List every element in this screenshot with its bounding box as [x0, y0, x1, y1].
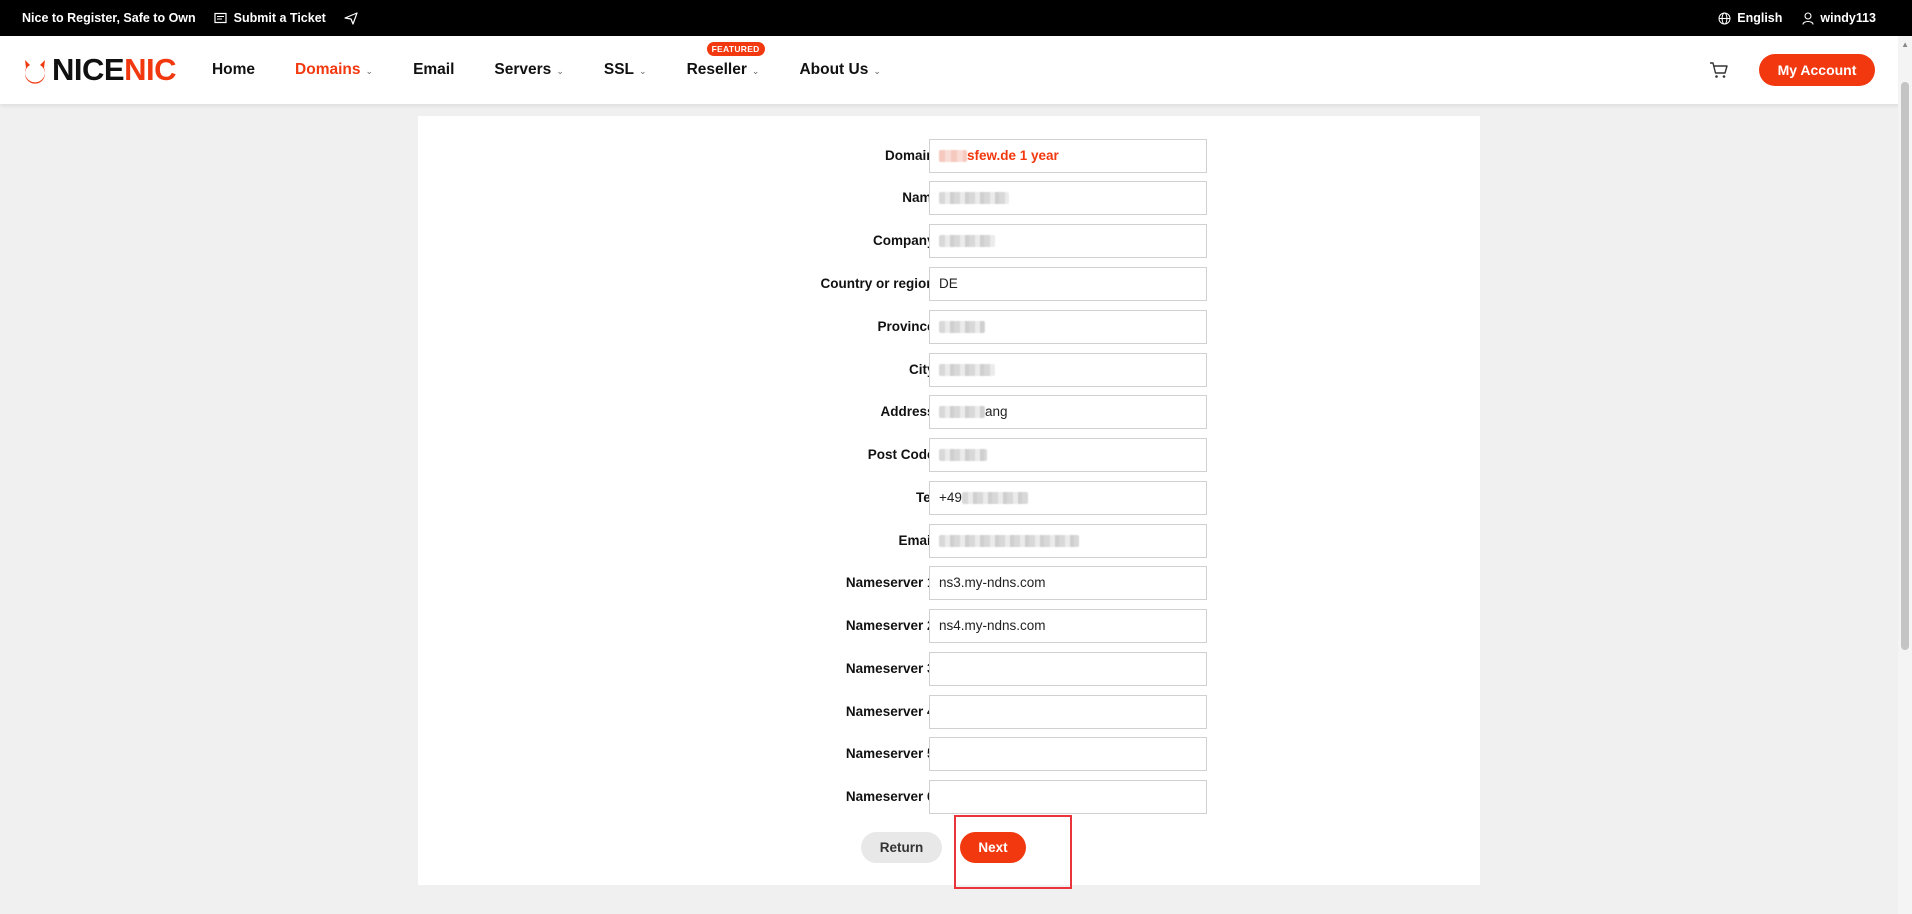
country-label: Country or region:	[820, 276, 940, 291]
user-icon	[1802, 11, 1814, 25]
form-row-country: Country or region: DE	[418, 267, 1480, 301]
logo-text-black: NICE	[52, 52, 125, 87]
form-row-city: City:	[418, 353, 1480, 387]
redacted-text	[939, 192, 1009, 205]
nav-item-home[interactable]: Home	[212, 61, 255, 79]
redacted-text	[939, 449, 987, 462]
form-row-province: Province:	[418, 310, 1480, 344]
country-input[interactable]: DE	[929, 267, 1207, 301]
form-row-name: Name	[418, 181, 1480, 215]
language-selector[interactable]: English	[1718, 11, 1782, 25]
nicenic-logo[interactable]: NICENIC	[22, 52, 176, 88]
nav-ssl-label: SSL	[603, 61, 635, 78]
nav-email-label: Email	[413, 61, 455, 78]
redacted-text	[939, 321, 985, 334]
form-row-company: Company:	[418, 224, 1480, 258]
redacted-text	[939, 364, 995, 377]
nameserver-5-label: Nameserver 5:	[845, 746, 939, 761]
user-menu[interactable]: windy113	[1802, 11, 1876, 25]
submit-ticket-label: Submit a Ticket	[233, 11, 326, 25]
form-row-domain: Domain: sfew.de 1 year	[418, 139, 1480, 173]
chevron-down-icon: ⌄	[556, 65, 564, 76]
company-input[interactable]	[929, 224, 1207, 258]
nav-item-email[interactable]: Email	[413, 61, 454, 79]
nav-item-servers[interactable]: Servers ⌄	[494, 61, 563, 79]
nav-home-label: Home	[211, 61, 256, 78]
form-row-address: Address: ang	[418, 395, 1480, 429]
nameserver-1-label: Nameserver 1:	[845, 575, 939, 590]
scrollbar-thumb[interactable]	[1901, 82, 1909, 650]
nameserver-2-input[interactable]: ns4.my-ndns.com	[929, 609, 1207, 643]
country-value: DE	[939, 276, 958, 291]
nameserver-1-value: ns3.my-ndns.com	[939, 575, 1046, 590]
username: windy113	[1820, 11, 1876, 25]
nameserver-2-label: Nameserver 2:	[845, 618, 939, 633]
redacted-text	[939, 535, 1079, 548]
province-input[interactable]	[929, 310, 1207, 344]
scroll-up-arrow-icon[interactable]: ▲	[1901, 40, 1909, 49]
nav-item-domains[interactable]: Domains ⌄	[295, 61, 373, 79]
cart-icon[interactable]	[1709, 61, 1729, 79]
name-input[interactable]	[929, 181, 1207, 215]
main-nav: NICENIC Home Domains ⌄ Email Servers ⌄ SSL…	[0, 36, 1912, 104]
top-bar: Nice to Register, Safe to Own Submit a T…	[0, 0, 1912, 36]
nameserver-6-input[interactable]	[929, 780, 1207, 814]
nameserver-4-label: Nameserver 4:	[845, 704, 939, 719]
form-row-nameserver-1: Nameserver 1: ns3.my-ndns.com	[418, 566, 1480, 600]
my-account-button[interactable]: My Account	[1759, 54, 1875, 86]
chevron-down-icon: ⌄	[639, 65, 647, 76]
form-row-email: Email:	[418, 524, 1480, 558]
nav-menu: Home Domains ⌄ Email Servers ⌄ SSL ⌄ FEATUR…	[212, 42, 921, 79]
next-button[interactable]: Next	[960, 832, 1026, 863]
nameserver-6-label: Nameserver 6:	[845, 789, 939, 804]
email-input[interactable]	[929, 524, 1207, 558]
form-row-nameserver-2: Nameserver 2: ns4.my-ndns.com	[418, 609, 1480, 643]
registration-form: Domain: sfew.de 1 year Name Company: Cou…	[418, 116, 1480, 885]
city-input[interactable]	[929, 353, 1207, 387]
return-button[interactable]: Return	[861, 832, 942, 863]
tagline: Nice to Register, Safe to Own	[22, 11, 196, 25]
globe-icon	[1718, 12, 1731, 24]
language-label: English	[1737, 11, 1783, 25]
domain-field: sfew.de 1 year	[929, 139, 1207, 173]
chevron-down-icon: ⌄	[873, 65, 881, 76]
form-row-nameserver-5: Nameserver 5:	[418, 737, 1480, 771]
nav-servers-label: Servers	[494, 61, 552, 78]
nameserver-4-input[interactable]	[929, 695, 1207, 729]
nameserver-2-value: ns4.my-ndns.com	[939, 618, 1046, 633]
chevron-down-icon: ⌄	[751, 65, 760, 76]
redacted-text	[961, 492, 1028, 505]
nav-item-reseller[interactable]: FEATURED Reseller ⌄	[686, 42, 765, 79]
chevron-down-icon: ⌄	[365, 65, 374, 76]
nameserver-3-label: Nameserver 3:	[845, 661, 939, 676]
redacted-text	[939, 235, 995, 248]
address-value: ang	[985, 404, 1008, 419]
nav-domains-label: Domains	[295, 61, 361, 78]
nav-about-label: About Us	[799, 61, 869, 78]
postcode-input[interactable]	[929, 438, 1207, 472]
form-row-nameserver-4: Nameserver 4:	[418, 695, 1480, 729]
nav-reseller-label: Reseller	[686, 61, 747, 78]
nav-item-ssl[interactable]: SSL ⌄	[604, 61, 647, 79]
featured-badge: FEATURED	[706, 42, 765, 56]
cat-logo-icon	[25, 60, 45, 84]
form-row-postcode: Post Code:	[418, 438, 1480, 472]
redacted-text	[939, 150, 967, 163]
form-row-nameserver-3: Nameserver 3:	[418, 652, 1480, 686]
tel-value: +49	[939, 490, 962, 505]
submit-ticket-link[interactable]: Submit a Ticket	[214, 11, 326, 25]
form-row-nameserver-6: Nameserver 6:	[418, 780, 1480, 814]
nameserver-5-input[interactable]	[929, 737, 1207, 771]
form-row-tel: Tel: +49	[418, 481, 1480, 515]
nameserver-1-input[interactable]: ns3.my-ndns.com	[929, 566, 1207, 600]
domain-value: sfew.de 1 year	[967, 148, 1059, 163]
logo-text-red: NIC	[124, 52, 176, 87]
send-icon[interactable]	[344, 11, 358, 25]
tel-input[interactable]: +49	[929, 481, 1207, 515]
nav-item-about-us[interactable]: About Us ⌄	[799, 61, 880, 79]
ticket-icon	[214, 12, 227, 24]
address-input[interactable]: ang	[929, 395, 1207, 429]
nameserver-3-input[interactable]	[929, 652, 1207, 686]
redacted-text	[939, 406, 985, 419]
